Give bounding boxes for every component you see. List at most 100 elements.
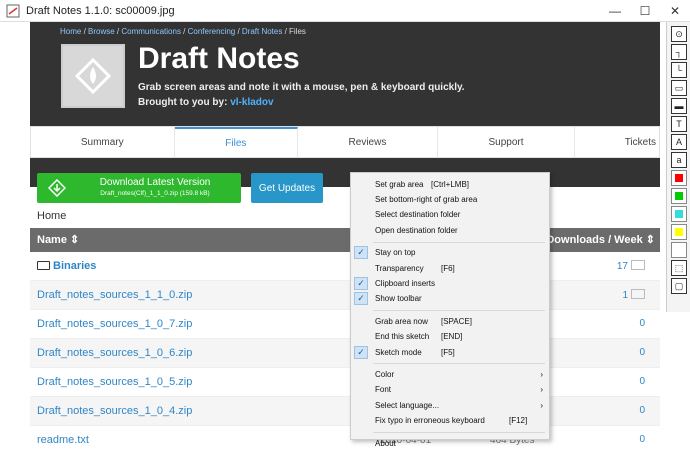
download-main-label: Download Latest Version	[99, 177, 211, 188]
sparkline-chart	[631, 260, 645, 270]
file-link[interactable]: Draft_notes_sources_1_0_7.zip	[37, 318, 192, 330]
column-name-header[interactable]: Name ⇕	[37, 233, 79, 246]
menu-item-select-destination-folder[interactable]: Select destination folder	[351, 208, 549, 222]
download-count: 1	[622, 289, 645, 301]
close-button[interactable]: ✕	[660, 0, 690, 22]
checkmark-icon: ✓	[354, 292, 368, 306]
menu-item-show-toolbar[interactable]: ✓ Show toolbar	[351, 292, 549, 306]
menu-item-about[interactable]: About	[351, 436, 549, 450]
submenu-arrow-icon: ›	[540, 400, 543, 410]
tab-files[interactable]: Files	[174, 127, 299, 157]
file-link[interactable]: readme.txt	[37, 434, 89, 446]
file-link[interactable]: Draft_notes_sources_1_0_6.zip	[37, 347, 192, 359]
table-row[interactable]: Draft_notes_sources_1_1_0.zip 1	[30, 281, 660, 310]
shortcut-label: [END]	[441, 332, 463, 342]
menu-item-sketch-mode[interactable]: ✓ Sketch mode [F5]	[351, 345, 549, 359]
camera-icon[interactable]: ⊙	[671, 26, 687, 42]
table-row[interactable]: Binaries 17	[30, 252, 660, 281]
project-tabs: Summary Files Reviews Support Tickets	[30, 126, 660, 158]
title-bar: Draft Notes 1.1.0: sc00009.jpg — ☐ ✕	[0, 0, 690, 22]
checkmark-icon: ✓	[354, 345, 368, 359]
menu-item-fix-typo-in-erroneous-keyboard[interactable]: Fix typo in erroneous keyboard [F12]	[351, 414, 549, 428]
menu-item-end-this-sketch[interactable]: End this sketch [END]	[351, 330, 549, 344]
color-swatch-button[interactable]	[671, 206, 687, 222]
table-row[interactable]: Draft_notes_sources_1_0_4.zip 0	[30, 397, 660, 426]
file-link[interactable]: Draft_notes_sources_1_0_5.zip	[37, 376, 192, 388]
breadcrumb-draft-notes[interactable]: Draft Notes	[242, 27, 282, 36]
table-row[interactable]: Draft_notes_sources_1_0_5.zip 0	[30, 368, 660, 397]
table-row[interactable]: Draft_notes_sources_1_0_7.zip 0	[30, 310, 660, 339]
sort-icon: ⇕	[70, 234, 80, 246]
menu-item-select-language[interactable]: Select language... ›	[351, 398, 549, 412]
menu-item-transparency[interactable]: Transparency [F6]	[351, 261, 549, 275]
file-link[interactable]: Draft_notes_sources_1_1_0.zip	[37, 289, 192, 301]
menu-item-open-destination-folder[interactable]: Open destination folder	[351, 223, 549, 237]
filled-rect-icon[interactable]: ▬	[671, 98, 687, 114]
shortcut-label: [SPACE]	[441, 316, 472, 326]
breadcrumb-home[interactable]: Home	[60, 27, 81, 36]
color-swatch-button[interactable]	[671, 170, 687, 186]
folder-link[interactable]: Binaries	[37, 260, 96, 272]
shortcut-label: [F12]	[509, 416, 528, 426]
breadcrumb-conferencing[interactable]: Conferencing	[188, 27, 236, 36]
download-count: 17	[617, 260, 645, 272]
context-menu: Set grab area [Ctrl+LMB] Set bottom-right …	[350, 172, 550, 448]
app-window: Draft Notes 1.1.0: sc00009.jpg — ☐ ✕ Hom…	[0, 0, 690, 448]
sketch-toolbar: ⊙ ┐ └ ▭ ▬ T Aa ⬚ ▢	[666, 22, 690, 312]
color-swatch-button[interactable]	[671, 224, 687, 240]
menu-item-color[interactable]: Color ›	[351, 367, 549, 381]
project-title: Draft Notes	[138, 42, 300, 75]
text-small-icon[interactable]: a	[671, 152, 687, 168]
tab-tickets[interactable]: Tickets	[575, 127, 659, 157]
minimize-button[interactable]: —	[600, 0, 630, 22]
text-icon[interactable]: T	[671, 116, 687, 132]
tab-reviews[interactable]: Reviews	[298, 127, 438, 157]
author-link[interactable]: vl-kladov	[230, 97, 273, 108]
folder-icon	[37, 261, 50, 270]
download-count: 0	[639, 318, 645, 329]
column-downloads-header[interactable]: Downloads / Week ⇕	[546, 233, 655, 246]
breadcrumb-browse[interactable]: Browse	[88, 27, 115, 36]
download-latest-button[interactable]: Download Latest Version Draft_notes(Clf)…	[37, 173, 241, 203]
frame2-icon[interactable]: ▢	[671, 278, 687, 294]
submenu-arrow-icon: ›	[540, 369, 543, 379]
shortcut-label: [F6]	[441, 263, 455, 273]
download-count: 0	[639, 434, 645, 445]
folder-path: Home	[37, 210, 67, 222]
menu-item-clipboard-inserts[interactable]: ✓ Clipboard inserts	[351, 276, 549, 290]
file-link[interactable]: Draft_notes_sources_1_0_4.zip	[37, 405, 192, 417]
brought-by: Brought to you by: vl-kladov	[138, 97, 274, 108]
project-logo	[61, 44, 125, 108]
submenu-arrow-icon: ›	[540, 385, 543, 395]
get-updates-button[interactable]: Get Updates	[251, 173, 323, 203]
menu-separator	[373, 241, 545, 243]
download-sub-label: Draft_notes(Clf)_1_1_0.zip (159.8 kB)	[100, 190, 210, 197]
app-icon	[6, 4, 20, 17]
table-row[interactable]: readme.txt 2020-04-01 464 Bytes 0	[30, 426, 660, 446]
tab-summary[interactable]: Summary	[31, 127, 175, 157]
color-swatch-button[interactable]	[671, 242, 687, 258]
sparkline-chart	[631, 289, 645, 299]
menu-item-grab-area-now[interactable]: Grab area now [SPACE]	[351, 314, 549, 328]
maximize-button[interactable]: ☐	[630, 0, 660, 22]
menu-item-stay-on-top[interactable]: ✓ Stay on top	[351, 246, 549, 260]
menu-item-set-grab-area[interactable]: Set grab area [Ctrl+LMB]	[351, 177, 549, 191]
frame-icon[interactable]: ⬚	[671, 260, 687, 276]
tab-support[interactable]: Support	[438, 127, 576, 157]
line-step-icon[interactable]: ┐	[671, 44, 687, 60]
download-icon	[45, 179, 69, 197]
shortcut-label: [Ctrl+LMB]	[431, 179, 470, 189]
breadcrumb: Home / Browse / Communications / Confere…	[60, 27, 306, 36]
menu-item-font[interactable]: Font ›	[351, 383, 549, 397]
color-swatch-button[interactable]	[671, 188, 687, 204]
line-step2-icon[interactable]: └	[671, 62, 687, 78]
menu-item-set-bottom-right-of-grab-area[interactable]: Set bottom-right of grab area	[351, 192, 549, 206]
window-title: Draft Notes 1.1.0: sc00009.jpg	[26, 4, 175, 17]
text-italic-icon[interactable]: A	[671, 134, 687, 150]
breadcrumb-communications[interactable]: Communications	[121, 27, 181, 36]
project-tagline: Grab screen areas and note it with a mou…	[138, 82, 465, 93]
table-row[interactable]: Draft_notes_sources_1_0_6.zip 0	[30, 339, 660, 368]
rectangle-icon[interactable]: ▭	[671, 80, 687, 96]
sort-icon: ⇕	[645, 234, 655, 246]
menu-separator	[373, 310, 545, 312]
